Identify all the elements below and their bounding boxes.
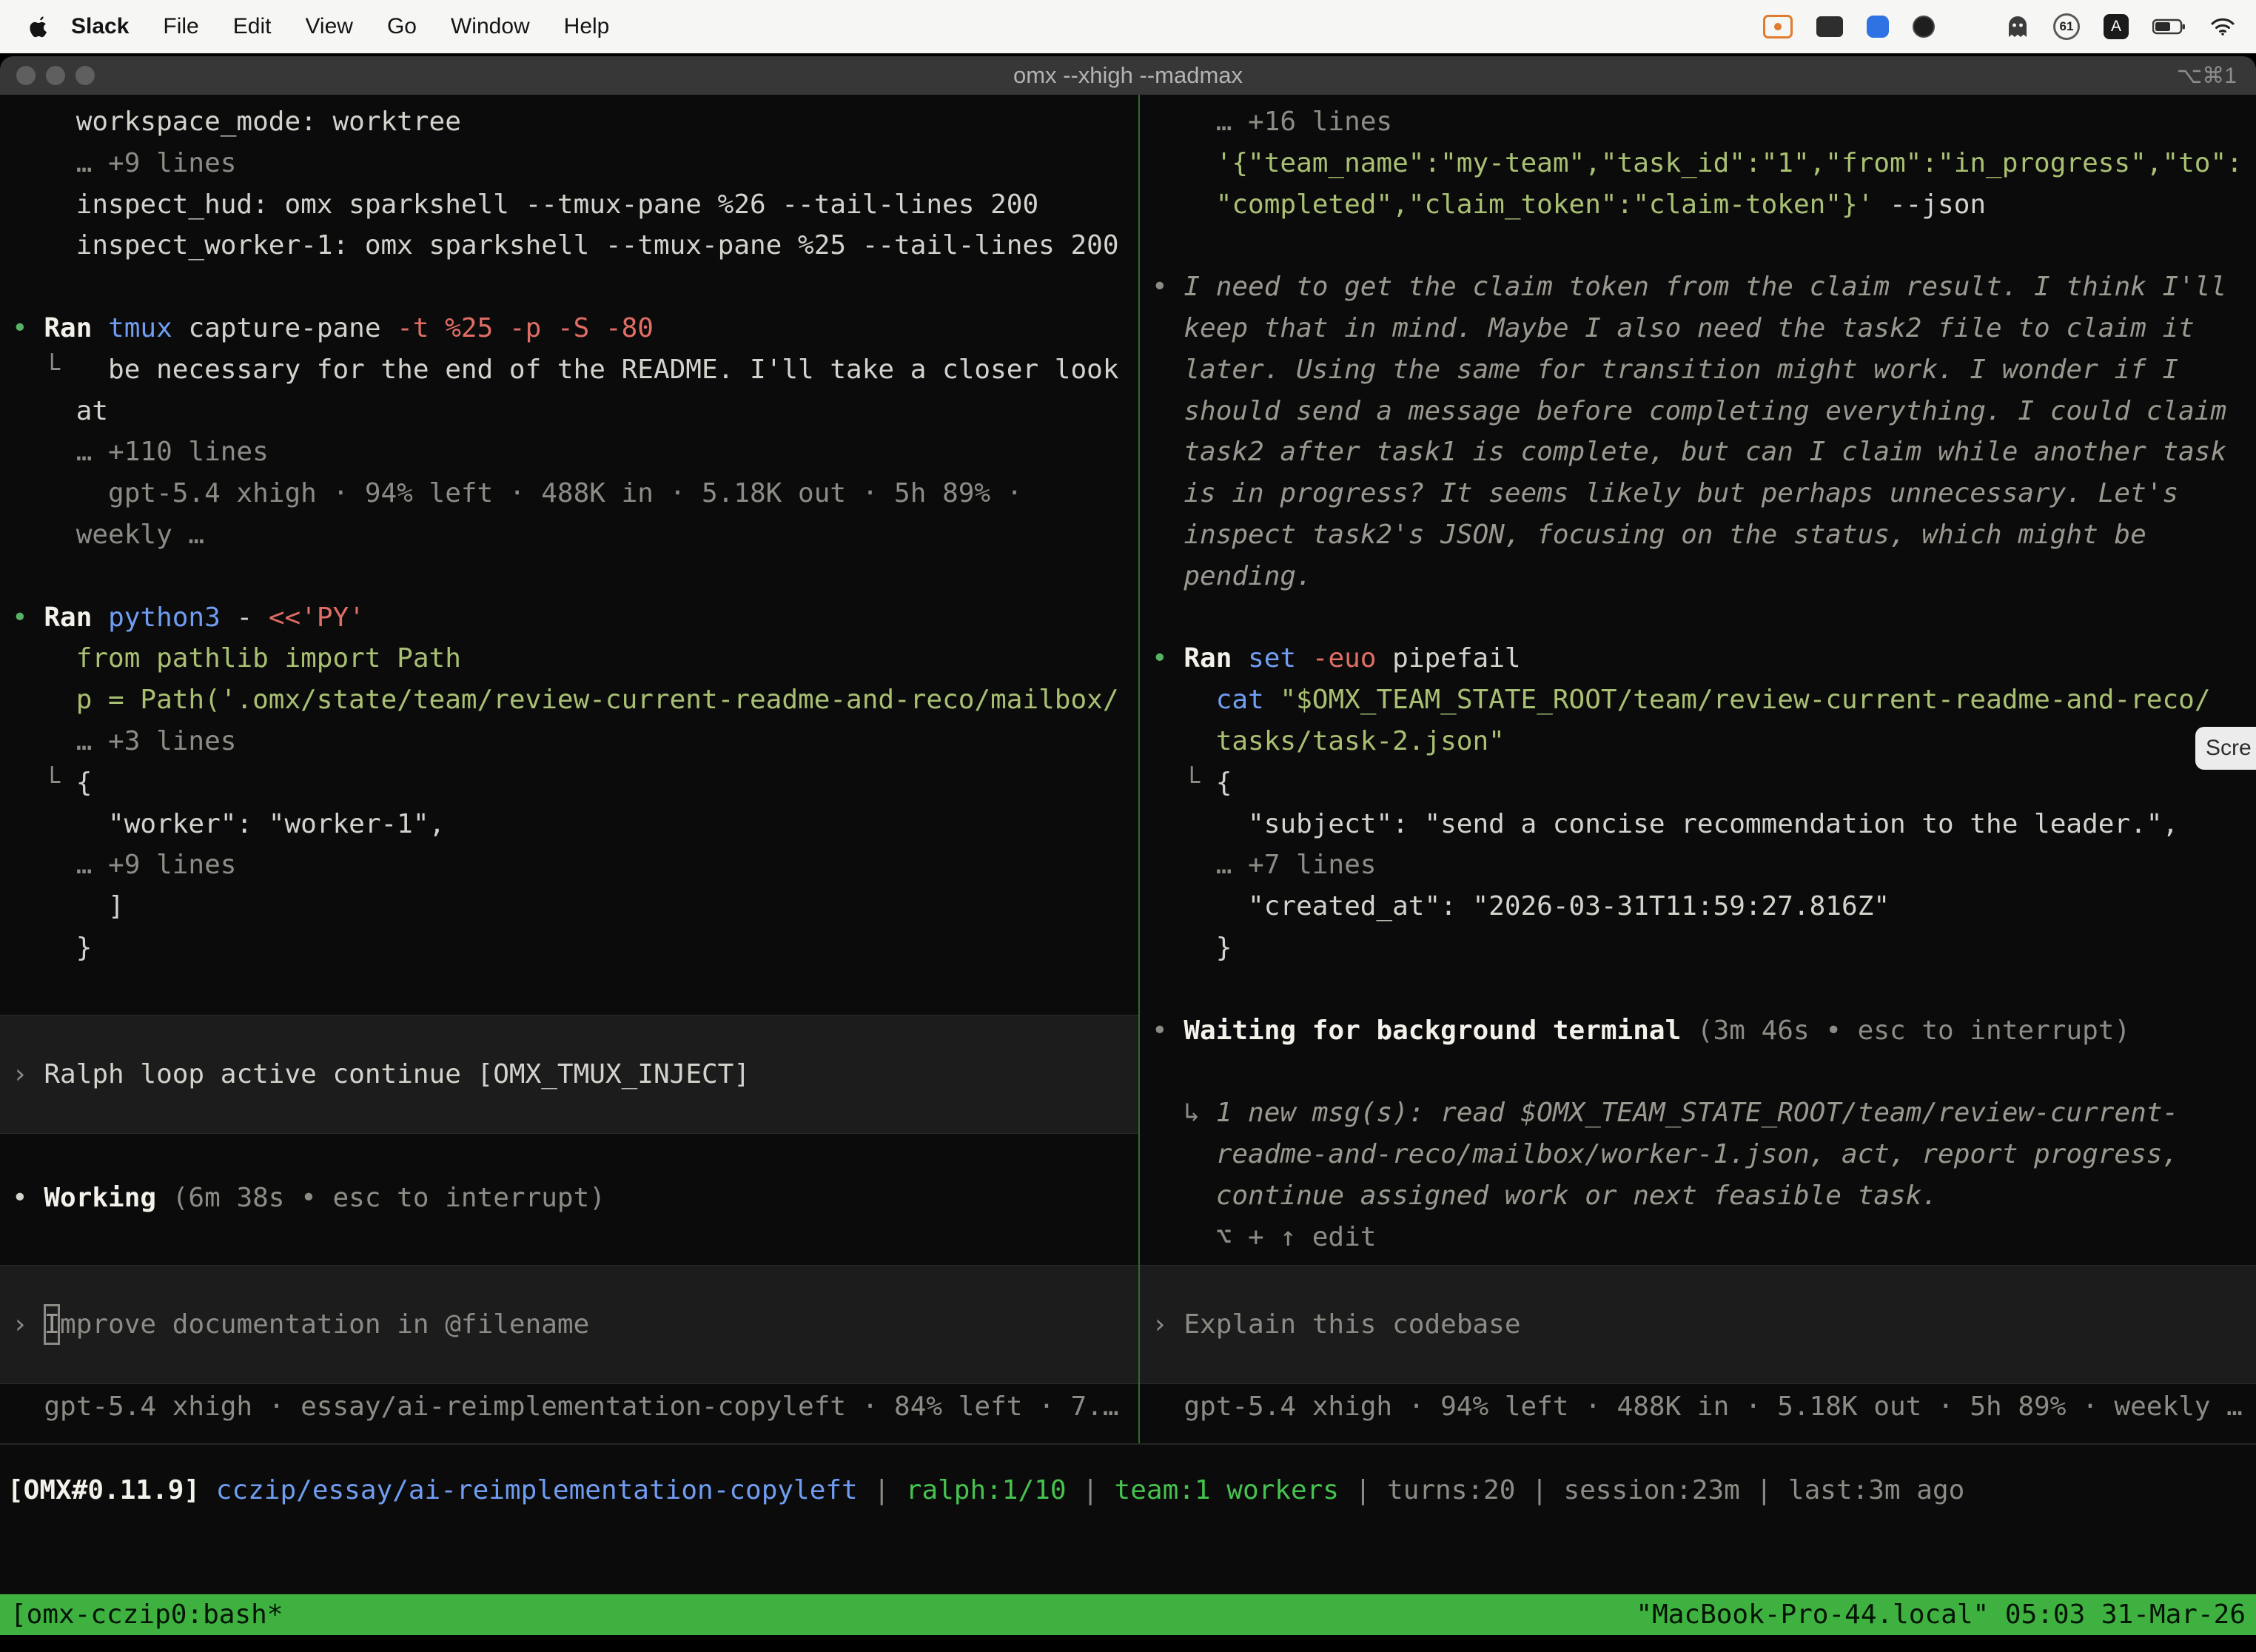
tmux-status-bar: [omx-cczip0:bash* "MacBook-Pro-44.local"… xyxy=(0,1594,2256,1635)
battery-percent: 61 xyxy=(2060,19,2074,34)
right-pane-output[interactable]: … +16 lines '{"team_name":"my-team","tas… xyxy=(1140,101,2256,1260)
recording-dot-icon xyxy=(1774,23,1782,30)
raycast-icon[interactable] xyxy=(1867,16,1889,38)
left-pane-composer-injected[interactable]: › Ralph loop active continue [OMX_TMUX_I… xyxy=(0,1015,1138,1134)
tmux-session-label: [omx-cczip0:bash* xyxy=(10,1599,283,1630)
menu-bar: Slack File Edit View Go Window Help 61 A xyxy=(0,0,2256,53)
window-shortcut: ⌥⌘1 xyxy=(2177,63,2237,89)
close-button[interactable] xyxy=(16,66,36,85)
screen-recording-icon[interactable] xyxy=(1763,15,1793,38)
shottr-icon[interactable] xyxy=(1913,16,1935,38)
input-source-icon[interactable]: A xyxy=(2104,14,2129,39)
menu-status-icons: 61 A xyxy=(1763,13,2235,40)
menu-item-go[interactable]: Go xyxy=(370,14,434,39)
left-pane-working-status: • Working (6m 38s • esc to interrupt) xyxy=(0,1178,1138,1219)
left-pane-composer-input[interactable]: › Improve documentation in @filename xyxy=(0,1265,1138,1384)
screen-bottom-gap xyxy=(0,1635,2256,1652)
wifi-icon[interactable] xyxy=(2210,17,2235,36)
window-title: omx --xhigh --madmax xyxy=(1013,62,1243,89)
battery-icon[interactable] xyxy=(2152,18,2186,36)
apple-menu-icon[interactable] xyxy=(30,16,49,38)
ghostty-icon[interactable] xyxy=(2006,15,2030,38)
pane-bottom-separator xyxy=(0,1443,2256,1445)
right-pane-status-line: gpt-5.4 xhigh · 94% left · 488K in · 5.1… xyxy=(1140,1386,2256,1428)
screenshot-notification-overlay[interactable]: Scre xyxy=(2195,727,2256,770)
right-pane-composer-input[interactable]: › Explain this codebase xyxy=(1140,1265,2256,1384)
window-manager-icon[interactable] xyxy=(1816,16,1843,37)
menu-item-file[interactable]: File xyxy=(146,14,215,39)
minimize-button[interactable] xyxy=(46,66,65,85)
left-pane-status-line: gpt-5.4 xhigh · essay/ai-reimplementatio… xyxy=(0,1386,1138,1428)
input-source-letter: A xyxy=(2111,18,2121,36)
menu-item-slack[interactable]: Slack xyxy=(49,14,146,39)
omx-session-status-line: [OMX#0.11.9] cczip/essay/ai-reimplementa… xyxy=(7,1470,2256,1511)
screenshot-overlay-text: Scre xyxy=(2206,736,2252,761)
tmux-host-clock: "MacBook-Pro-44.local" 05:03 31-Mar-26 xyxy=(1636,1599,2246,1630)
menu-item-window[interactable]: Window xyxy=(434,14,547,39)
zoom-button[interactable] xyxy=(75,66,95,85)
battery-meter-icon[interactable]: 61 xyxy=(2053,13,2080,40)
menu-item-view[interactable]: View xyxy=(288,14,369,39)
terminal-window: omx --xhigh --madmax ⌥⌘1 workspace_mode:… xyxy=(0,56,2256,1652)
app-grid-icon[interactable] xyxy=(1958,15,1982,38)
menu-items: Slack File Edit View Go Window Help xyxy=(0,14,626,39)
left-pane-output[interactable]: workspace_mode: worktree … +9 lines insp… xyxy=(0,101,1138,990)
menu-item-help[interactable]: Help xyxy=(547,14,627,39)
menu-item-edit[interactable]: Edit xyxy=(216,14,289,39)
pane-divider[interactable] xyxy=(1138,95,1140,1443)
window-title-bar[interactable]: omx --xhigh --madmax ⌥⌘1 xyxy=(0,56,2256,95)
